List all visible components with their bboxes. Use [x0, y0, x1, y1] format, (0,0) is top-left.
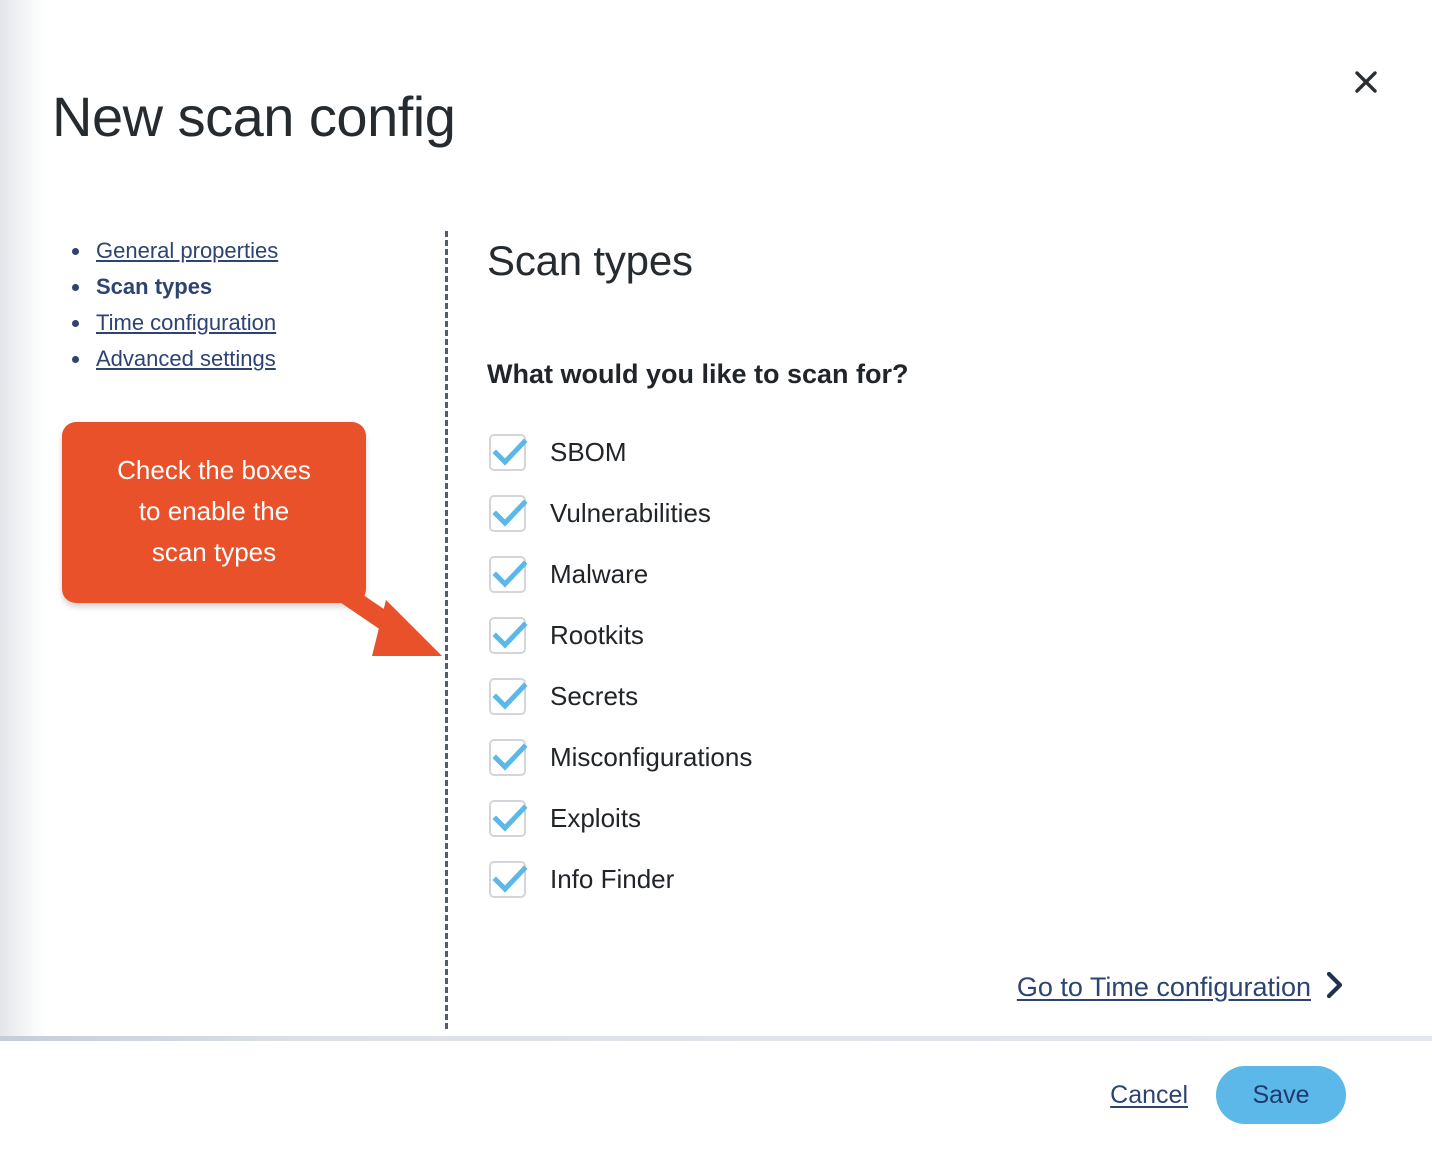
callout-line-1: Check the boxes: [117, 455, 311, 485]
scan-type-label: Misconfigurations: [550, 742, 753, 772]
sidebar-item-label: Scan types: [96, 274, 213, 299]
scan-type-row-exploits[interactable]: Exploits: [489, 788, 1189, 849]
section-question: What would you like to scan for?: [487, 359, 909, 389]
new-scan-config-dialog: New scan config General properties Scan …: [0, 0, 1432, 1149]
callout-line-2: to enable the: [138, 496, 290, 526]
checkbox-info-finder[interactable]: [489, 861, 528, 898]
save-button[interactable]: Save: [1216, 1066, 1346, 1124]
dialog-edge-shadow: [0, 0, 46, 1149]
sidebar-item-time-configuration[interactable]: Time configuration: [92, 305, 402, 341]
scan-type-label: Malware: [550, 559, 649, 589]
column-divider: [445, 231, 448, 1029]
scan-type-label: Vulnerabilities: [550, 498, 711, 528]
checkbox-sbom[interactable]: [489, 434, 528, 471]
checkbox-exploits[interactable]: [489, 800, 528, 837]
page-title: New scan config: [52, 85, 456, 148]
section-title: Scan types: [487, 237, 693, 284]
chevron-right-icon: [1324, 970, 1346, 1005]
scan-types-checkbox-list: SBOM Vulnerabilities Malware Rootkits Se…: [489, 422, 1189, 910]
sidebar-item-label[interactable]: Time configuration: [96, 310, 276, 335]
scan-type-row-secrets[interactable]: Secrets: [489, 666, 1189, 727]
checkbox-misconfigurations[interactable]: [489, 739, 528, 776]
cancel-button[interactable]: Cancel: [1110, 1081, 1188, 1110]
checkbox-rootkits[interactable]: [489, 617, 528, 654]
instruction-callout: Check the boxes to enable the scan types: [62, 422, 366, 603]
close-icon-button[interactable]: [1346, 62, 1386, 102]
scan-type-row-vulnerabilities[interactable]: Vulnerabilities: [489, 483, 1189, 544]
scan-type-label: SBOM: [550, 437, 627, 467]
sidebar-item-label[interactable]: Advanced settings: [96, 346, 276, 371]
sidebar-item-advanced-settings[interactable]: Advanced settings: [92, 341, 402, 377]
scan-type-row-info-finder[interactable]: Info Finder: [489, 849, 1189, 910]
callout-line-3: scan types: [151, 537, 277, 567]
scan-type-label: Rootkits: [550, 620, 644, 650]
scan-type-label: Exploits: [550, 803, 642, 833]
close-x-icon: [1353, 69, 1379, 95]
checkbox-malware[interactable]: [489, 556, 528, 593]
step-navigation: General properties Scan types Time confi…: [62, 233, 402, 377]
scan-type-label: Secrets: [550, 681, 639, 711]
scan-type-row-sbom[interactable]: SBOM: [489, 422, 1189, 483]
checkbox-vulnerabilities[interactable]: [489, 495, 528, 532]
dialog-footer: Cancel Save: [0, 1041, 1432, 1149]
scan-type-row-malware[interactable]: Malware: [489, 544, 1189, 605]
sidebar-item-general-properties[interactable]: General properties: [92, 233, 402, 269]
next-step-label[interactable]: Go to Time configuration: [1017, 972, 1311, 1003]
scan-type-label: Info Finder: [550, 864, 675, 894]
scan-type-row-misconfigurations[interactable]: Misconfigurations: [489, 727, 1189, 788]
go-to-time-configuration-link[interactable]: Go to Time configuration: [1017, 970, 1346, 1005]
checkbox-secrets[interactable]: [489, 678, 528, 715]
sidebar-item-scan-types[interactable]: Scan types: [92, 269, 402, 305]
sidebar-item-label[interactable]: General properties: [96, 238, 278, 263]
scan-type-row-rootkits[interactable]: Rootkits: [489, 605, 1189, 666]
